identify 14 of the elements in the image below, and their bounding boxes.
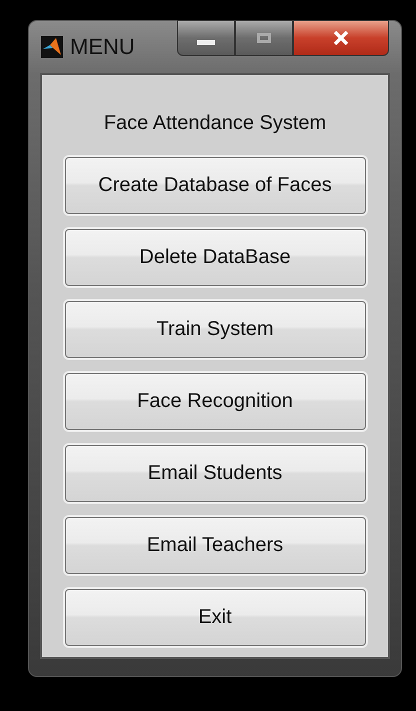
- menu-button[interactable]: Exit: [64, 589, 366, 646]
- menu-button[interactable]: Email Teachers: [64, 517, 366, 574]
- menu-button[interactable]: Delete DataBase: [64, 229, 366, 286]
- peak-logo-icon: [41, 36, 63, 58]
- menu-button[interactable]: Train System: [64, 301, 366, 358]
- minimize-button[interactable]: [177, 20, 235, 56]
- window-title: MENU: [70, 34, 135, 60]
- close-button[interactable]: [293, 20, 389, 56]
- close-icon: [333, 31, 349, 45]
- menu-button[interactable]: Create Database of Faces: [64, 157, 366, 214]
- app-heading: Face Attendance System: [104, 112, 326, 136]
- menu-button[interactable]: Email Students: [64, 445, 366, 502]
- maximize-button[interactable]: [235, 20, 293, 56]
- menu-button[interactable]: Face Recognition: [64, 373, 366, 430]
